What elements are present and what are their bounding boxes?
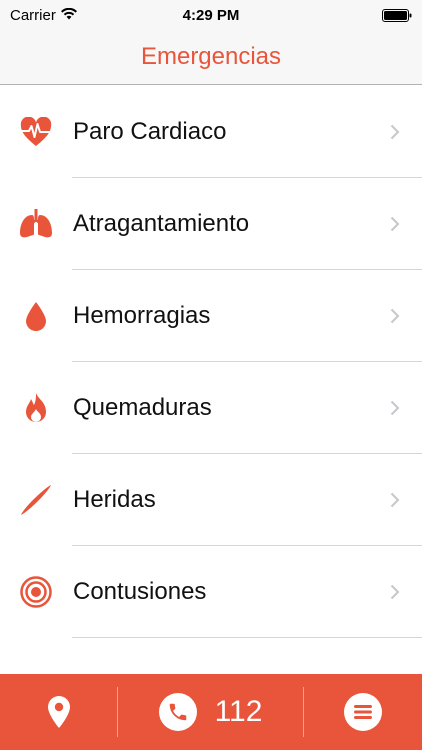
call-emergency-button[interactable]: 112: [118, 674, 302, 750]
list-item-atragantamiento[interactable]: Atragantamiento: [0, 178, 422, 270]
list-item-label: Hemorragias: [73, 302, 211, 329]
page-title: Emergencias: [140, 43, 282, 70]
battery-icon: [382, 8, 412, 22]
list-item-label: Paro Cardiaco: [73, 118, 227, 145]
chevron-right-icon: [390, 492, 400, 508]
menu-icon: [343, 693, 382, 731]
list-item-heridas[interactable]: Heridas: [0, 454, 422, 546]
emergency-list: Paro Cardiaco Atragantamiento Hemorragia…: [0, 86, 422, 638]
call-number: 112: [214, 695, 263, 728]
list-item-quemaduras[interactable]: Quemaduras: [0, 362, 422, 454]
list-item-label: Contusiones: [73, 578, 207, 605]
menu-button[interactable]: [304, 674, 422, 750]
status-bar: Carrier 4:29 PM: [0, 0, 422, 30]
phone-icon: [158, 693, 197, 731]
list-item-contusiones[interactable]: Contusiones: [0, 546, 422, 638]
location-pin-icon: [47, 696, 70, 728]
heart-pulse-icon: [19, 115, 53, 149]
nav-bar: Emergencias: [0, 30, 422, 85]
wifi-icon: [60, 7, 77, 24]
status-left: Carrier: [10, 7, 77, 24]
chevron-right-icon: [390, 308, 400, 324]
list-item-paro-cardiaco[interactable]: Paro Cardiaco: [0, 86, 422, 178]
chevron-right-icon: [390, 124, 400, 140]
chevron-right-icon: [390, 216, 400, 232]
chevron-right-icon: [390, 400, 400, 416]
list-item-hemorragias[interactable]: Hemorragias: [0, 270, 422, 362]
status-time: 4:29 PM: [182, 6, 240, 24]
chevron-right-icon: [390, 584, 400, 600]
location-button[interactable]: [0, 674, 117, 750]
target-icon: [19, 575, 53, 609]
list-item-label: Heridas: [73, 486, 156, 513]
list-item-label: Quemaduras: [73, 394, 212, 421]
tab-bar: 112: [0, 674, 422, 750]
flame-icon: [19, 391, 53, 425]
list-item-label: Atragantamiento: [73, 210, 250, 237]
blood-drop-icon: [19, 299, 53, 333]
lungs-icon: [19, 207, 53, 241]
carrier-label: Carrier: [10, 6, 56, 24]
cut-icon: [19, 483, 53, 517]
